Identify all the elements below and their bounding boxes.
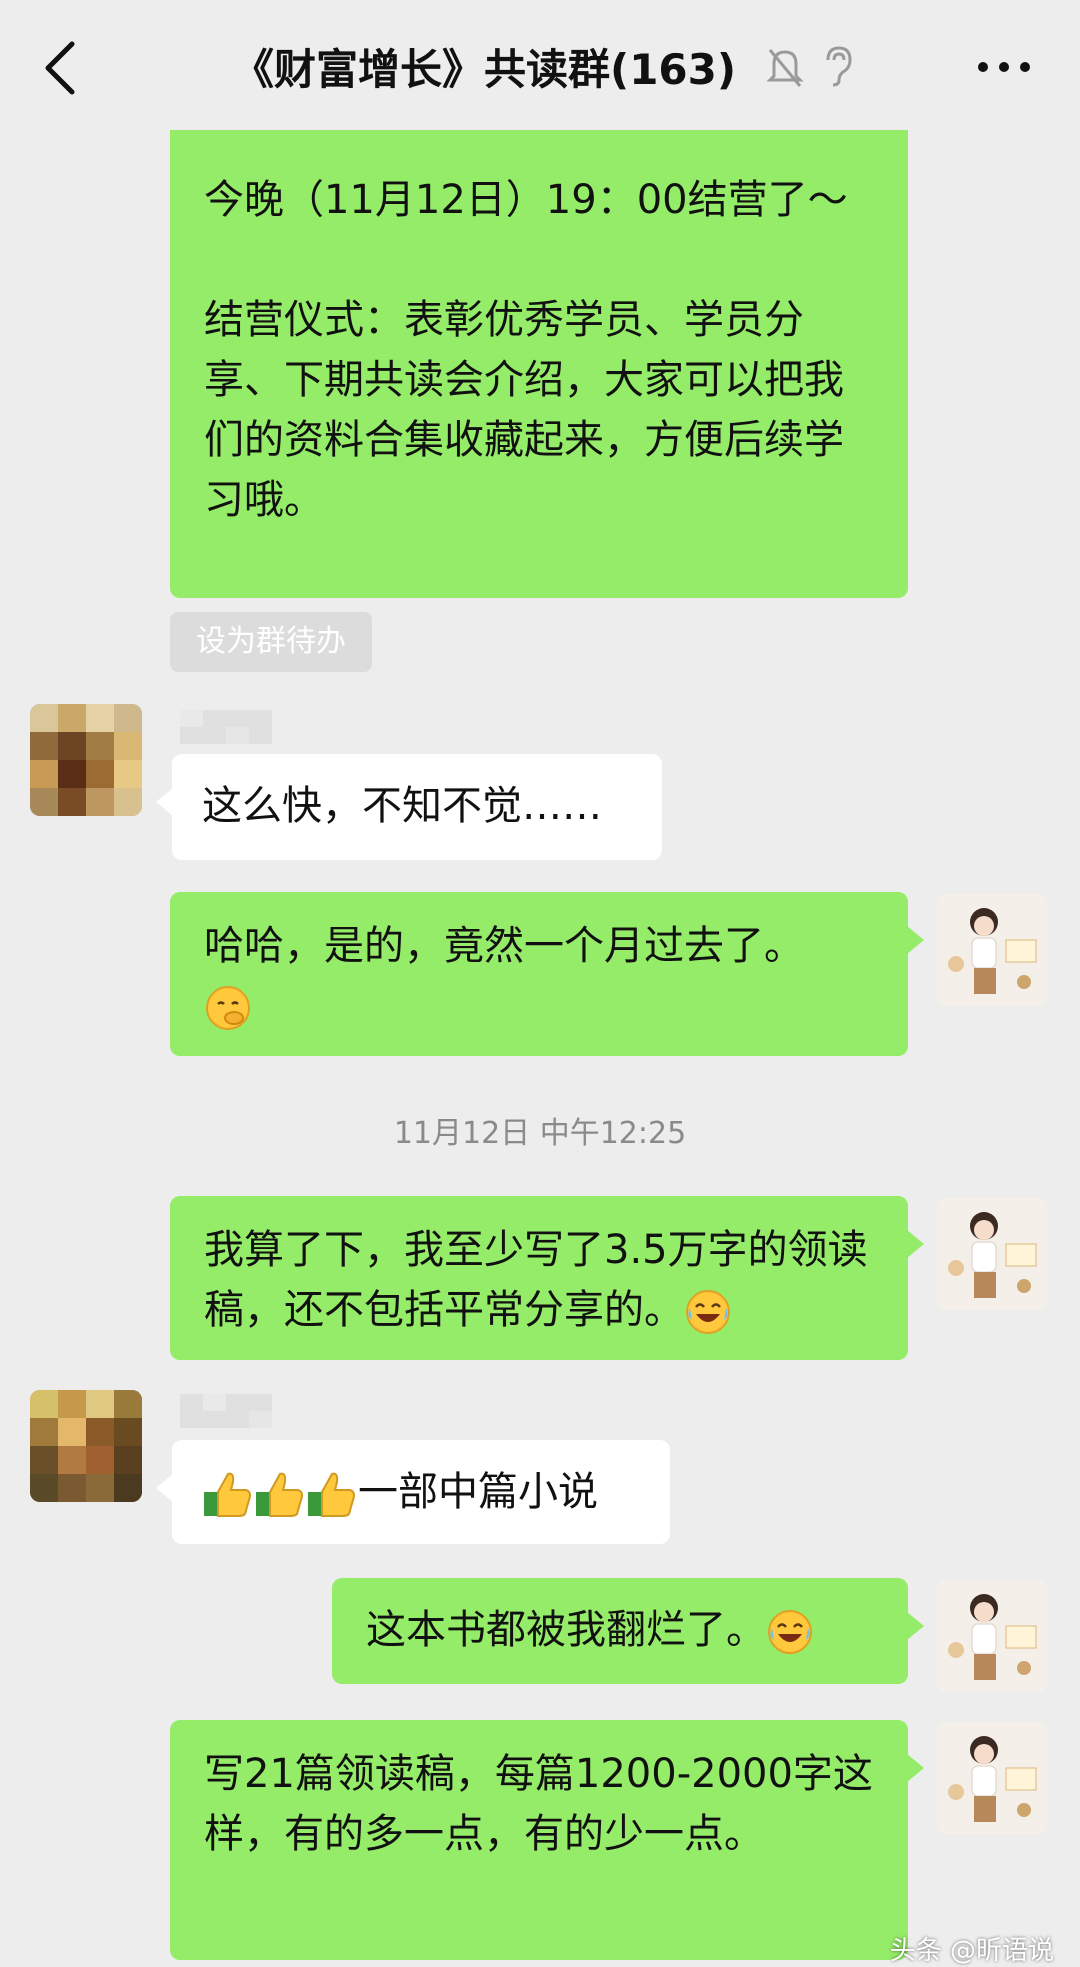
message-text-content: 这本书都被我翻烂了。 bbox=[366, 1607, 766, 1653]
thumbs-up-emoji bbox=[256, 1472, 303, 1517]
message-text: 这本书都被我翻烂了。 bbox=[366, 1600, 878, 1660]
message-bubble-mine[interactable]: 今晚（11月12日）19：00结营了～ 结营仪式：表彰优秀学员、学员分享、下期共… bbox=[170, 130, 908, 598]
sender-name-blurred bbox=[180, 710, 272, 744]
avatar[interactable] bbox=[30, 1390, 142, 1502]
message-bubble-mine[interactable]: 我算了下，我至少写了3.5万字的领读稿，还不包括平常分享的。 bbox=[170, 1196, 924, 1360]
message-text-content: 我算了下，我至少写了3.5万字的领读稿，还不包括平常分享的。 bbox=[204, 1227, 868, 1333]
message-bubble-mine[interactable]: 哈哈，是的，竟然一个月过去了。 bbox=[170, 892, 924, 1056]
message-bubble-mine[interactable]: 这本书都被我翻烂了。 bbox=[332, 1578, 924, 1684]
message-text: 哈哈，是的，竟然一个月过去了。 bbox=[204, 916, 878, 1036]
ear-icon[interactable] bbox=[822, 44, 854, 88]
message-text: 今晚（11月12日）19：00结营了～ 结营仪式：表彰优秀学员、学员分享、下期共… bbox=[204, 177, 848, 523]
more-icon[interactable] bbox=[976, 60, 1032, 74]
message-text-content: 一部中篇小说 bbox=[358, 1469, 598, 1515]
laugh-cry-emoji bbox=[686, 1290, 730, 1334]
mute-bell-icon bbox=[766, 49, 804, 87]
my-avatar[interactable] bbox=[936, 1198, 1048, 1310]
message-text: 这么快，不知不觉…… bbox=[202, 783, 602, 829]
message-text-content: 哈哈，是的，竟然一个月过去了。 bbox=[204, 923, 804, 969]
my-avatar[interactable] bbox=[936, 1580, 1048, 1692]
watermark: 头条 @昕语说 bbox=[889, 1936, 1054, 1966]
back-icon[interactable] bbox=[38, 38, 86, 98]
my-avatar[interactable] bbox=[936, 1722, 1048, 1834]
message-text: 写21篇领读稿，每篇1200-2000字这样，有的多一点，有的少一点。 bbox=[204, 1751, 873, 1857]
message-bubble-mine[interactable]: 写21篇领读稿，每篇1200-2000字这样，有的多一点，有的少一点。 bbox=[170, 1720, 924, 1960]
timestamp: 11月12日 中午12:25 bbox=[393, 1116, 687, 1151]
message-text: 一部中篇小说 bbox=[202, 1462, 642, 1522]
set-group-todo-button[interactable]: 设为群待办 bbox=[170, 612, 372, 672]
message-bubble-other[interactable]: 这么快，不知不觉…… bbox=[156, 754, 662, 860]
chat-title: 《财富增长》共读群(163) bbox=[232, 45, 737, 94]
top-bar: 《财富增长》共读群(163) bbox=[0, 0, 1080, 132]
shy-face-emoji bbox=[206, 986, 250, 1030]
sender-name-blurred bbox=[180, 1394, 272, 1428]
message-bubble-other[interactable]: 一部中篇小说 bbox=[156, 1440, 670, 1544]
message-text: 我算了下，我至少写了3.5万字的领读稿，还不包括平常分享的。 bbox=[204, 1220, 878, 1340]
thumbs-up-emoji bbox=[308, 1472, 355, 1517]
avatar[interactable] bbox=[30, 704, 142, 816]
my-avatar[interactable] bbox=[936, 894, 1048, 1006]
thumbs-up-emoji bbox=[204, 1472, 251, 1517]
laugh-cry-emoji bbox=[768, 1610, 812, 1654]
